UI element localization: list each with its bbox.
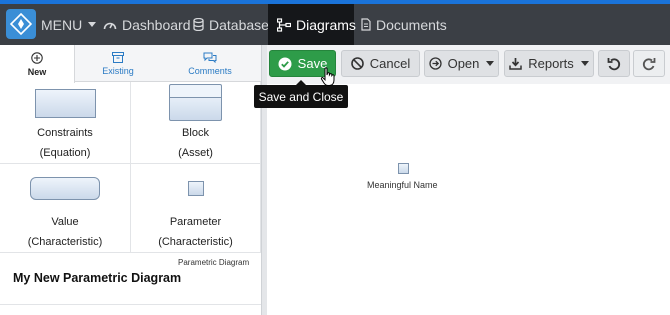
palette-item-title: Parameter: [169, 216, 222, 228]
nav-diagrams[interactable]: Diagrams: [268, 4, 356, 45]
nav-database-label: Database: [209, 16, 269, 33]
sitemap-icon: [277, 17, 291, 32]
palette-tabs: New Existing Comments: [0, 45, 261, 83]
nav-dashboard-label: Dashboard: [122, 16, 191, 33]
caret-down-icon: [486, 61, 495, 66]
open-label: Open: [447, 56, 480, 71]
database-icon: [193, 18, 204, 31]
parameter-node-label: Meaningful Name: [367, 180, 438, 190]
undo-icon: [607, 57, 621, 70]
document-icon: [361, 18, 371, 31]
palette-item-subtitle: (Asset): [178, 147, 213, 159]
palette-item-block[interactable]: Block (Asset): [131, 82, 261, 164]
diamond-logo-icon: [10, 13, 32, 35]
palette-item-subtitle: (Characteristic): [27, 236, 103, 248]
nav-documents[interactable]: Documents: [361, 4, 447, 45]
archive-icon: [112, 51, 124, 63]
palette-panel: New Existing Comments Constraints (Equat…: [0, 45, 261, 315]
download-icon: [509, 58, 522, 70]
palette-item-parameter[interactable]: Parameter (Characteristic): [131, 164, 261, 253]
palette-item-title: Constraints: [37, 127, 93, 139]
top-nav-bar: MENU Dashboard Database Diagrams Documen…: [0, 0, 670, 45]
diagram-type-caption: Parametric Diagram: [178, 258, 250, 267]
menu-label: MENU: [41, 16, 83, 33]
caret-down-icon: [580, 61, 589, 66]
parameter-shape-icon: [187, 181, 204, 196]
hand-pointer-icon: [320, 67, 335, 86]
palette-item-subtitle: (Characteristic): [158, 236, 233, 248]
app-logo[interactable]: [6, 9, 36, 39]
undo-button[interactable]: [598, 50, 630, 77]
palette-item-constraints[interactable]: Constraints (Equation): [0, 82, 131, 164]
nav-diagrams-label: Diagrams: [296, 16, 356, 33]
tab-new[interactable]: New: [0, 45, 75, 83]
block-shape-icon: [169, 84, 222, 121]
tab-existing-label: Existing: [102, 65, 134, 76]
divider: [0, 304, 261, 305]
diagram-name[interactable]: My New Parametric Diagram: [13, 271, 181, 285]
save-tooltip: Save and Close: [254, 80, 348, 108]
cancel-button[interactable]: Cancel: [341, 50, 420, 77]
reports-button[interactable]: Reports: [504, 50, 594, 77]
redo-icon: [642, 57, 656, 70]
ban-icon: [350, 57, 364, 70]
diagram-canvas[interactable]: Meaningful Name: [267, 84, 670, 315]
menu-button[interactable]: MENU: [41, 4, 97, 45]
cancel-label: Cancel: [369, 56, 411, 71]
comments-icon: [203, 52, 217, 63]
tab-comments-label: Comments: [188, 65, 232, 76]
plus-circle-icon: [31, 51, 43, 64]
nav-database[interactable]: Database: [193, 4, 269, 45]
palette-item-title: Block: [182, 127, 209, 139]
palette-item-subtitle: (Equation): [39, 147, 91, 159]
palette-item-value[interactable]: Value (Characteristic): [0, 164, 131, 253]
nav-documents-label: Documents: [376, 16, 447, 33]
gauge-icon: [103, 22, 117, 29]
caret-down-icon: [88, 22, 97, 27]
tab-existing[interactable]: Existing: [80, 45, 156, 82]
constraint-shape-icon: [34, 89, 96, 118]
tab-comments[interactable]: Comments: [170, 45, 250, 82]
value-shape-icon: [30, 177, 100, 200]
open-button[interactable]: Open: [424, 50, 499, 77]
tab-new-label: New: [27, 66, 47, 77]
arrow-circle-right-icon: [428, 57, 442, 70]
nav-dashboard[interactable]: Dashboard: [103, 4, 191, 45]
parameter-node[interactable]: [398, 163, 409, 174]
palette-item-title: Value: [51, 216, 79, 228]
redo-button[interactable]: [633, 50, 665, 77]
check-circle-icon: [278, 57, 292, 70]
reports-label: Reports: [528, 56, 574, 71]
